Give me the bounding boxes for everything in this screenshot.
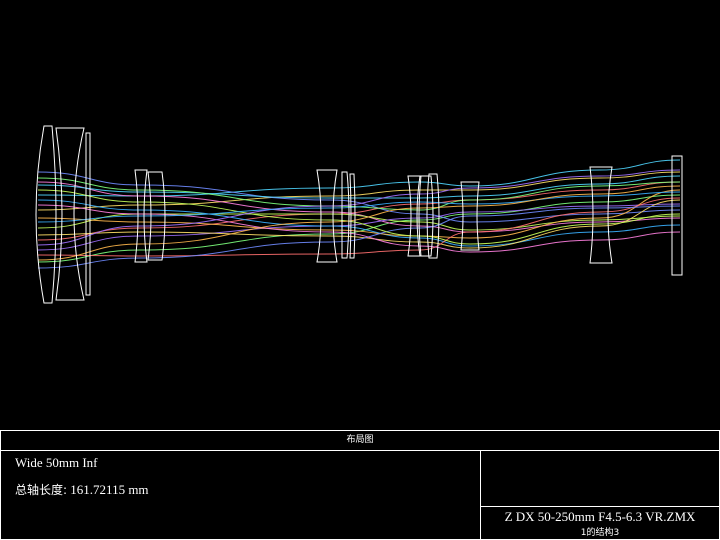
- ray: [37, 191, 681, 223]
- lens-element: [85, 132, 91, 296]
- panel-title: 布局图: [1, 431, 719, 451]
- ray: [37, 169, 681, 246]
- file-name: Z DX 50-250mm F4.5-6.3 VR.ZMX: [504, 509, 696, 524]
- config-name: Wide 50mm Inf: [15, 455, 98, 470]
- ray: [37, 171, 681, 211]
- lens-element: [35, 125, 57, 304]
- lens-element: [316, 169, 338, 263]
- lens-element: [349, 173, 356, 259]
- ray-fan: [37, 159, 681, 269]
- lens-element: [671, 155, 683, 276]
- lens-element: [589, 166, 613, 264]
- file-block: Z DX 50-250mm F4.5-6.3 VR.ZMX 1的结构3: [481, 451, 719, 539]
- lens-element: [418, 175, 434, 257]
- info-panel: 布局图 Wide 50mm Inf 总轴长度: 161.72115 mm Z D…: [0, 430, 720, 540]
- total-length-value: 161.72115 mm: [70, 482, 149, 497]
- lens-element: [407, 175, 421, 257]
- config-number: 1的结构3: [580, 528, 620, 538]
- total-length-label: 总轴长度:: [15, 483, 68, 497]
- divider: [481, 506, 719, 507]
- config-block: Wide 50mm Inf 总轴长度: 161.72115 mm: [1, 451, 481, 539]
- lens-element: [55, 127, 85, 301]
- lens-layout-plot: [35, 125, 683, 304]
- total-length: 总轴长度: 161.72115 mm: [15, 481, 149, 498]
